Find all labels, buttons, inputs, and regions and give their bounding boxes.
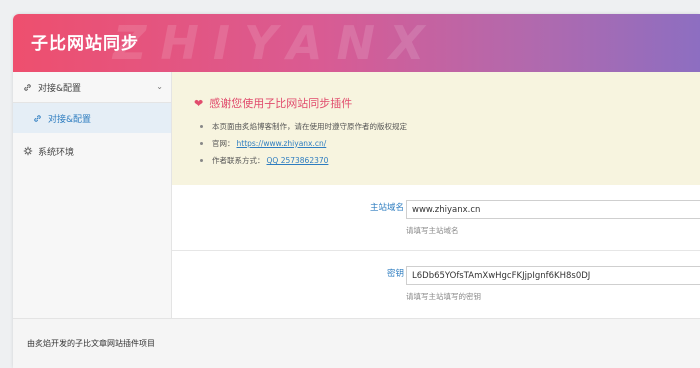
website-label: 官网：	[212, 138, 235, 148]
key-label: 密钥	[386, 269, 404, 279]
notice-title: ❤ 感谢您使用子比网站同步插件	[194, 95, 352, 111]
link-icon	[33, 113, 43, 123]
sidebar-item-config-group[interactable]: 对接&配置 ⌄	[13, 72, 171, 102]
bullet-icon	[200, 125, 203, 128]
sidebar-item-label: 对接&配置	[38, 83, 82, 94]
list-item: 作者联系方式： QQ 2573862370	[200, 152, 407, 169]
chevron-down-icon: ⌄	[156, 82, 163, 91]
link-icon	[23, 82, 33, 92]
contact-link[interactable]: QQ 2573862370	[267, 154, 329, 168]
footer-text: 由炙焰开发的子比文章网站插件项目	[27, 339, 155, 348]
page-title: 子比网站同步	[31, 34, 139, 54]
heart-icon: ❤	[194, 96, 204, 110]
bullet-icon	[200, 159, 203, 162]
notice-list: 本页面由炙焰博客制作，请在使用时遵守原作者的版权规定 官网： https://w…	[200, 118, 407, 169]
row-divider	[172, 250, 700, 251]
notice-box: ❤ 感谢您使用子比网站同步插件 本页面由炙焰博客制作，请在使用时遵守原作者的版权…	[172, 72, 700, 185]
footer: 由炙焰开发的子比文章网站插件项目	[13, 318, 700, 368]
key-input[interactable]	[406, 266, 700, 285]
domain-help: 请填写主站域名	[406, 226, 459, 235]
contact-label: 作者联系方式：	[212, 155, 265, 165]
sidebar-item-system-env[interactable]: 系统环境	[13, 136, 171, 166]
header-bar: ZHIYANX 子比网站同步	[13, 14, 700, 72]
domain-label: 主站域名	[369, 203, 404, 213]
list-item: 本页面由炙焰博客制作，请在使用时遵守原作者的版权规定	[200, 118, 407, 135]
sidebar-item-label: 系统环境	[38, 147, 75, 158]
bullet-icon	[200, 142, 203, 145]
list-item: 官网： https://www.zhiyanx.cn/	[200, 135, 407, 152]
notice-title-text: 感谢您使用子比网站同步插件	[209, 97, 353, 110]
key-help: 请填写主站填写的密钥	[406, 292, 481, 301]
notice-line: 本页面由炙焰博客制作，请在使用时遵守原作者的版权规定	[212, 121, 407, 131]
sidebar: 对接&配置 ⌄ 对接&配置 系统环境	[13, 72, 172, 318]
sidebar-item-config[interactable]: 对接&配置	[13, 103, 171, 133]
website-link[interactable]: https://www.zhiyanx.cn/	[237, 137, 327, 151]
sidebar-item-label: 对接&配置	[48, 114, 92, 125]
settings-panel: ZHIYANX 子比网站同步 对接&配置 ⌄ 对接&配置 系统环境 ❤ 感谢您使…	[13, 14, 700, 368]
domain-input[interactable]	[406, 200, 700, 219]
header-watermark: ZHIYANX	[113, 16, 439, 70]
gear-icon	[23, 146, 33, 156]
